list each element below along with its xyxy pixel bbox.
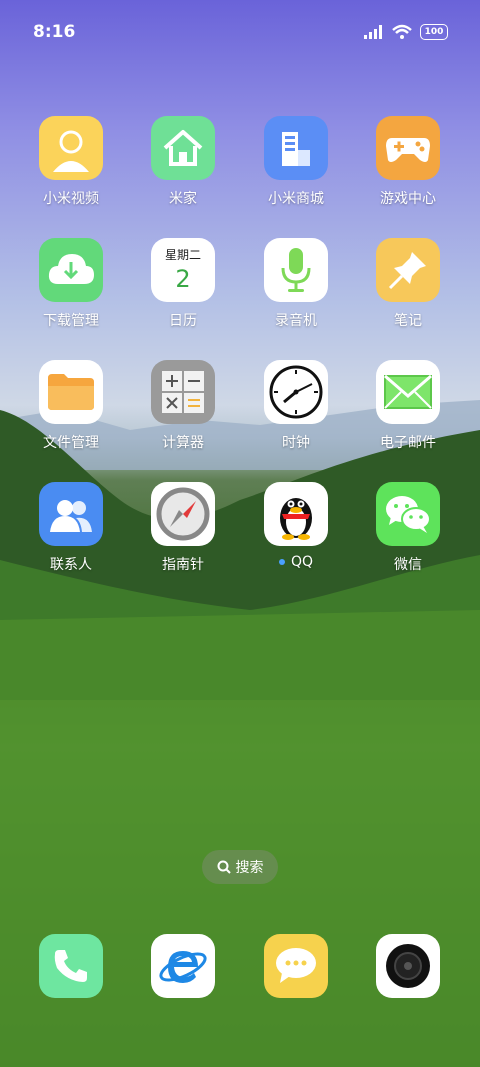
app-label: 电子邮件 — [380, 435, 436, 451]
app-label: 笔记 — [394, 313, 422, 329]
dock-messages[interactable] — [240, 934, 352, 998]
download-cloud-icon — [39, 238, 103, 302]
mail-icon — [376, 360, 440, 424]
clock-time: 8:16 — [33, 22, 76, 42]
app-label: 米家 — [169, 191, 197, 207]
new-install-dot — [278, 559, 285, 565]
calendar-icon: 星期二 2 — [151, 238, 215, 302]
app-label: 指南针 — [162, 557, 204, 573]
dock-browser[interactable] — [127, 934, 239, 998]
dock-camera[interactable] — [352, 934, 464, 998]
app-label-text: QQ — [290, 554, 314, 570]
person-icon — [39, 116, 103, 180]
app-label: 微信 — [394, 557, 422, 573]
folder-icon — [39, 360, 103, 424]
dock-phone[interactable] — [15, 934, 127, 998]
app-label: 下载管理 — [43, 313, 99, 329]
home-screen: 8:16 100 小米视频 米家 小米商城 游戏中心 下载管理 星期二 2 日历… — [0, 0, 480, 1067]
app-downloads[interactable]: 下载管理 — [15, 238, 127, 330]
app-label: 录音机 — [275, 313, 317, 329]
wifi-icon — [392, 24, 412, 39]
search-button[interactable]: 搜索 — [202, 850, 278, 884]
search-label: 搜索 — [235, 860, 264, 876]
compass-icon — [151, 482, 215, 546]
app-calendar[interactable]: 星期二 2 日历 — [127, 238, 239, 330]
contacts-icon — [39, 482, 103, 546]
app-mi-video[interactable]: 小米视频 — [15, 116, 127, 208]
app-label: 文件管理 — [43, 435, 99, 451]
app-label: 联系人 — [50, 557, 92, 573]
signal-icon — [364, 25, 382, 39]
app-label: 日历 — [169, 313, 197, 329]
app-mijia[interactable]: 米家 — [127, 116, 239, 208]
app-label: QQ — [240, 554, 352, 570]
calendar-weekday: 星期二 — [164, 248, 201, 262]
app-calculator[interactable]: 计算器 — [127, 360, 239, 452]
browser-icon — [151, 934, 215, 998]
app-mi-store[interactable]: 小米商城 — [240, 116, 352, 208]
status-bar: 8:16 100 — [0, 22, 480, 46]
calendar-day: 2 — [175, 265, 191, 293]
microphone-icon — [264, 238, 328, 302]
clock-icon — [264, 360, 328, 424]
app-notes[interactable]: 笔记 — [352, 238, 464, 330]
app-file-manager[interactable]: 文件管理 — [15, 360, 127, 452]
calculator-icon — [151, 360, 215, 424]
app-label: 小米商城 — [268, 191, 324, 207]
phone-icon — [39, 934, 103, 998]
building-icon — [264, 116, 328, 180]
battery-indicator: 100 — [420, 24, 448, 40]
app-recorder[interactable]: 录音机 — [240, 238, 352, 330]
app-qq[interactable]: QQ — [240, 482, 352, 570]
penguin-icon — [264, 482, 328, 546]
app-wechat[interactable]: 微信 — [352, 482, 464, 574]
wechat-icon — [376, 482, 440, 546]
app-compass[interactable]: 指南针 — [127, 482, 239, 574]
app-label: 游戏中心 — [380, 191, 436, 207]
app-label: 时钟 — [282, 435, 310, 451]
gamepad-icon — [376, 116, 440, 180]
app-clock[interactable]: 时钟 — [240, 360, 352, 452]
app-label: 小米视频 — [43, 191, 99, 207]
app-contacts[interactable]: 联系人 — [15, 482, 127, 574]
search-icon — [217, 860, 231, 874]
home-icon — [151, 116, 215, 180]
app-label: 计算器 — [162, 435, 204, 451]
app-email[interactable]: 电子邮件 — [352, 360, 464, 452]
pin-icon — [376, 238, 440, 302]
camera-icon — [376, 934, 440, 998]
app-game-center[interactable]: 游戏中心 — [352, 116, 464, 208]
message-icon — [264, 934, 328, 998]
